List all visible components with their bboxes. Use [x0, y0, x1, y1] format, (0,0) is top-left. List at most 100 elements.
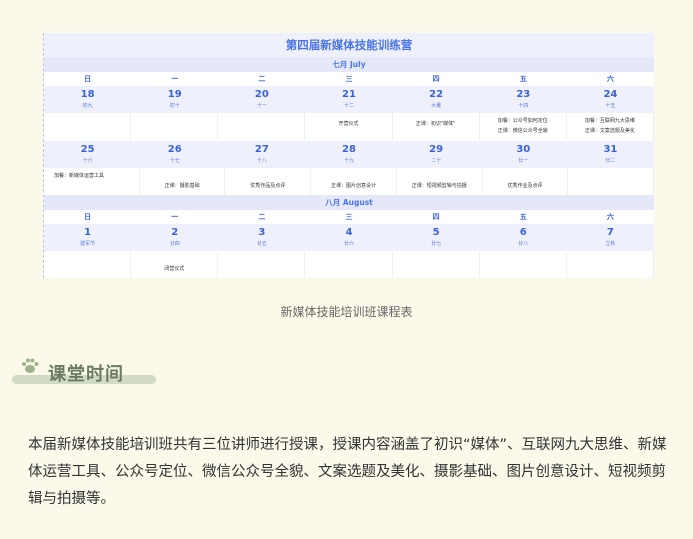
day-number: 27 [254, 144, 269, 155]
event-cell [393, 251, 480, 278]
event-cell [131, 113, 219, 141]
weekday-thu: 四 [392, 72, 480, 86]
day-number: 28 [342, 144, 356, 155]
day-number: 22 [429, 89, 444, 100]
event-row: 闭营仪式 [44, 251, 654, 278]
event-cell: 优秀作品及点评 [225, 168, 312, 195]
date-cell: 23 十四 [480, 86, 567, 113]
weekday-tue: 二 [218, 72, 306, 86]
date-cell: 19 初十 [131, 86, 218, 113]
date-cell: 27 十八 [218, 141, 305, 168]
lunar-date: 廿二 [605, 158, 616, 164]
event-cell [567, 251, 654, 278]
event-cell [44, 113, 132, 141]
date-cell: 7 立秋 [567, 224, 654, 251]
body-paragraph: 本届新媒体技能培训班共有三位讲师进行授课，授课内容涵盖了初识“媒体”、互联网九大… [28, 437, 667, 507]
weekday-header: 日 一 二 三 四 五 六 [44, 72, 654, 86]
weekday-sat: 六 [566, 210, 654, 224]
day-number: 3 [258, 227, 266, 238]
weekday-wed: 三 [305, 210, 393, 224]
day-number: 5 [432, 227, 440, 238]
date-cell: 4 廿六 [305, 224, 392, 251]
lunar-date: 十一 [256, 103, 267, 109]
lunar-date: 十六 [82, 158, 93, 164]
event-cell [218, 113, 306, 141]
day-number: 4 [345, 227, 353, 238]
weekday-sun: 日 [44, 210, 132, 224]
day-number: 29 [429, 144, 444, 155]
event-cell: 加餐：互联网九大思维 正课：文案选题及美化 [567, 113, 654, 141]
day-number: 31 [603, 144, 618, 155]
event-cell: 正课：短视频剪辑与拍摄 [397, 168, 483, 195]
lunar-date: 十二 [343, 103, 354, 109]
day-number: 24 [603, 89, 618, 100]
day-number: 23 [516, 89, 531, 100]
weekday-fri: 五 [479, 210, 567, 224]
lunar-date: 廿一 [518, 158, 529, 164]
day-number: 20 [254, 89, 269, 100]
event-cell [480, 251, 567, 278]
date-row: 18 初九 19 初十 20 十一 21 十二 22 大暑 23 十四 24 十五 [44, 86, 654, 113]
event-cell: 加餐：新媒体运营工具 [44, 168, 140, 195]
section-title: 课堂时间 [48, 364, 124, 385]
lunar-date: 廿七 [431, 241, 442, 247]
event-cell [568, 168, 655, 195]
lunar-date: 廿四 [169, 241, 180, 247]
day-number: 26 [167, 144, 182, 155]
day-number: 1 [84, 227, 92, 238]
lunar-date: 立秋 [605, 241, 616, 247]
event-cell: 开营仪式 [305, 113, 393, 141]
weekday-thu: 四 [392, 210, 480, 224]
weekday-sat: 六 [566, 72, 654, 86]
lunar-date: 廿五 [256, 241, 267, 247]
month-label-august: 八月 August [44, 195, 654, 210]
date-cell: 22 大暑 [393, 86, 480, 113]
date-cell: 5 廿七 [393, 224, 480, 251]
event-row: 开营仪式 正课：初识"媒体" 加餐：公众号如何定位 正课：微信公众号全貌 加餐：… [44, 113, 654, 141]
lunar-date: 十九 [343, 158, 354, 164]
event-row: 加餐：新媒体运营工具 正课：摄影基础 优秀作品及点评 正课：图片创意设计 正课：… [44, 168, 655, 195]
section-header: 课堂时间 [12, 356, 162, 386]
event-cell [44, 251, 132, 278]
day-number: 19 [167, 89, 182, 100]
image-caption: 新媒体技能培训班课程表 [280, 305, 413, 319]
lunar-date: 初十 [169, 103, 180, 109]
date-cell: 18 初九 [44, 86, 131, 113]
event-cell: 正课：图片创意设计 [311, 168, 397, 195]
event-cell [218, 251, 306, 278]
lunar-date: 十五 [605, 103, 616, 109]
event-cell: 正课：摄影基础 [140, 168, 226, 195]
weekday-header: 日 一 二 三 四 五 六 [44, 210, 654, 224]
lunar-date: 建军节 [80, 241, 96, 247]
date-cell: 3 廿五 [218, 224, 305, 251]
lunar-date: 大暑 [431, 103, 442, 109]
lunar-date: 廿八 [518, 241, 529, 247]
day-number: 30 [516, 144, 531, 155]
day-number: 6 [519, 227, 527, 238]
day-number: 25 [80, 144, 95, 155]
event-cell [305, 251, 393, 278]
date-cell: 30 廿一 [480, 141, 567, 168]
date-cell: 2 廿四 [131, 224, 218, 251]
date-cell: 1 建军节 [44, 224, 131, 251]
event-cell: 加餐：公众号如何定位 正课：微信公众号全貌 [480, 113, 567, 141]
date-cell: 25 十六 [44, 141, 131, 168]
date-cell: 21 十二 [305, 86, 392, 113]
month-label-july: 七月 July [44, 57, 654, 72]
lunar-date: 十七 [169, 158, 180, 164]
event-cell: 闭营仪式 [131, 251, 219, 278]
day-number: 21 [342, 89, 356, 100]
date-cell: 31 廿二 [567, 141, 654, 168]
day-number: 18 [80, 89, 95, 100]
date-cell: 28 十九 [305, 141, 392, 168]
paw-icon [20, 357, 40, 379]
day-number: 7 [606, 227, 614, 238]
date-cell: 20 十一 [218, 86, 305, 113]
date-cell: 26 十七 [131, 141, 218, 168]
day-number: 2 [171, 227, 179, 238]
weekday-wed: 三 [305, 72, 393, 86]
weekday-mon: 一 [131, 72, 219, 86]
lunar-date: 初九 [82, 103, 93, 109]
lunar-date: 十四 [518, 103, 529, 109]
course-calendar: 第四届新媒体技能训练营 七月 July 日 一 二 三 四 五 六 18 初九 1… [43, 33, 655, 278]
